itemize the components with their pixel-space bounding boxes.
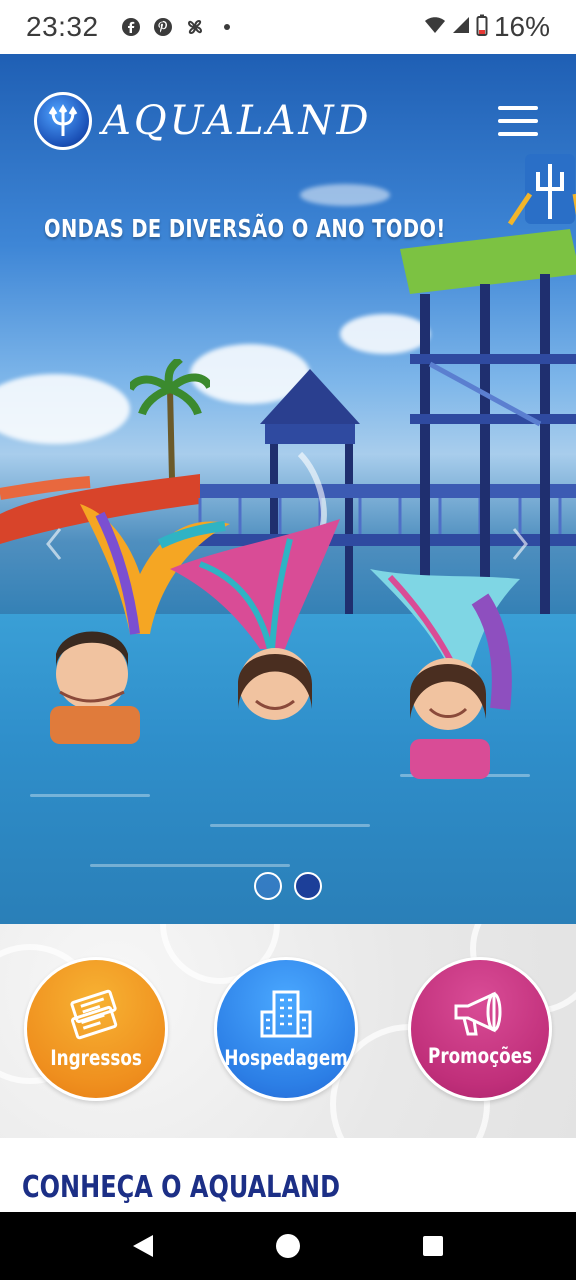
ingressos-label: Ingressos <box>50 1046 142 1070</box>
quick-links: Ingressos Hospedagem Promoções <box>0 924 576 1138</box>
promocoes-button[interactable]: Promoções <box>408 957 552 1101</box>
logo-text: AQUALAND <box>102 98 372 144</box>
mermaid-kid-center <box>170 519 340 720</box>
aqualand-logo[interactable]: AQUALAND <box>34 92 372 150</box>
battery-percent: 16% <box>493 11 550 42</box>
ripple <box>90 864 290 867</box>
carousel-dots <box>254 872 322 900</box>
recents-button[interactable] <box>413 1226 453 1266</box>
hero-carousel[interactable]: AQUALAND ONDAS DE DIVERSÃO O ANO TODO! <box>0 54 576 924</box>
ripple <box>210 824 370 827</box>
back-triangle-icon <box>132 1235 153 1257</box>
notification-icons <box>121 17 237 37</box>
status-time: 23:32 <box>26 11 99 42</box>
hero-headline: ONDAS DE DIVERSÃO O ANO TODO! <box>44 214 446 243</box>
battery-icon <box>476 14 488 41</box>
section-title: CONHEÇA O AQUALAND <box>22 1170 341 1205</box>
building-icon <box>260 990 312 1038</box>
trident-icon <box>34 92 92 150</box>
megaphone-icon <box>454 991 502 1036</box>
signal-icon <box>452 15 470 40</box>
chevron-left-icon <box>46 528 62 560</box>
ingressos-button[interactable]: Ingressos <box>24 957 168 1101</box>
facebook-icon <box>121 17 141 37</box>
tickets-icon <box>70 989 118 1040</box>
menu-line <box>498 119 538 123</box>
dot-icon <box>217 17 237 37</box>
ripple <box>30 794 150 797</box>
status-bar: 23:32 16% <box>0 0 576 54</box>
carousel-dot-2[interactable] <box>294 872 322 900</box>
recents-square-icon <box>423 1236 444 1256</box>
status-right: 16% <box>424 11 550 43</box>
android-nav-bar <box>0 1212 576 1280</box>
menu-line <box>498 106 538 110</box>
menu-line <box>498 132 538 136</box>
chevron-right-icon <box>512 528 528 560</box>
home-button[interactable] <box>268 1226 308 1266</box>
carousel-dot-1[interactable] <box>254 872 282 900</box>
wifi-icon <box>424 15 446 40</box>
promocoes-label: Promoções <box>427 1044 533 1068</box>
mermaid-kid-right <box>370 569 520 779</box>
carousel-next-button[interactable] <box>508 524 532 564</box>
hospedagem-label: Hospedagem <box>224 1046 348 1070</box>
hospedagem-button[interactable]: Hospedagem <box>214 957 358 1101</box>
back-button[interactable] <box>123 1226 163 1266</box>
hamburger-icon[interactable] <box>498 106 538 136</box>
pinterest-icon <box>153 17 173 37</box>
home-circle-icon <box>275 1234 300 1258</box>
carousel-prev-button[interactable] <box>42 524 66 564</box>
pinwheel-icon <box>185 17 205 37</box>
